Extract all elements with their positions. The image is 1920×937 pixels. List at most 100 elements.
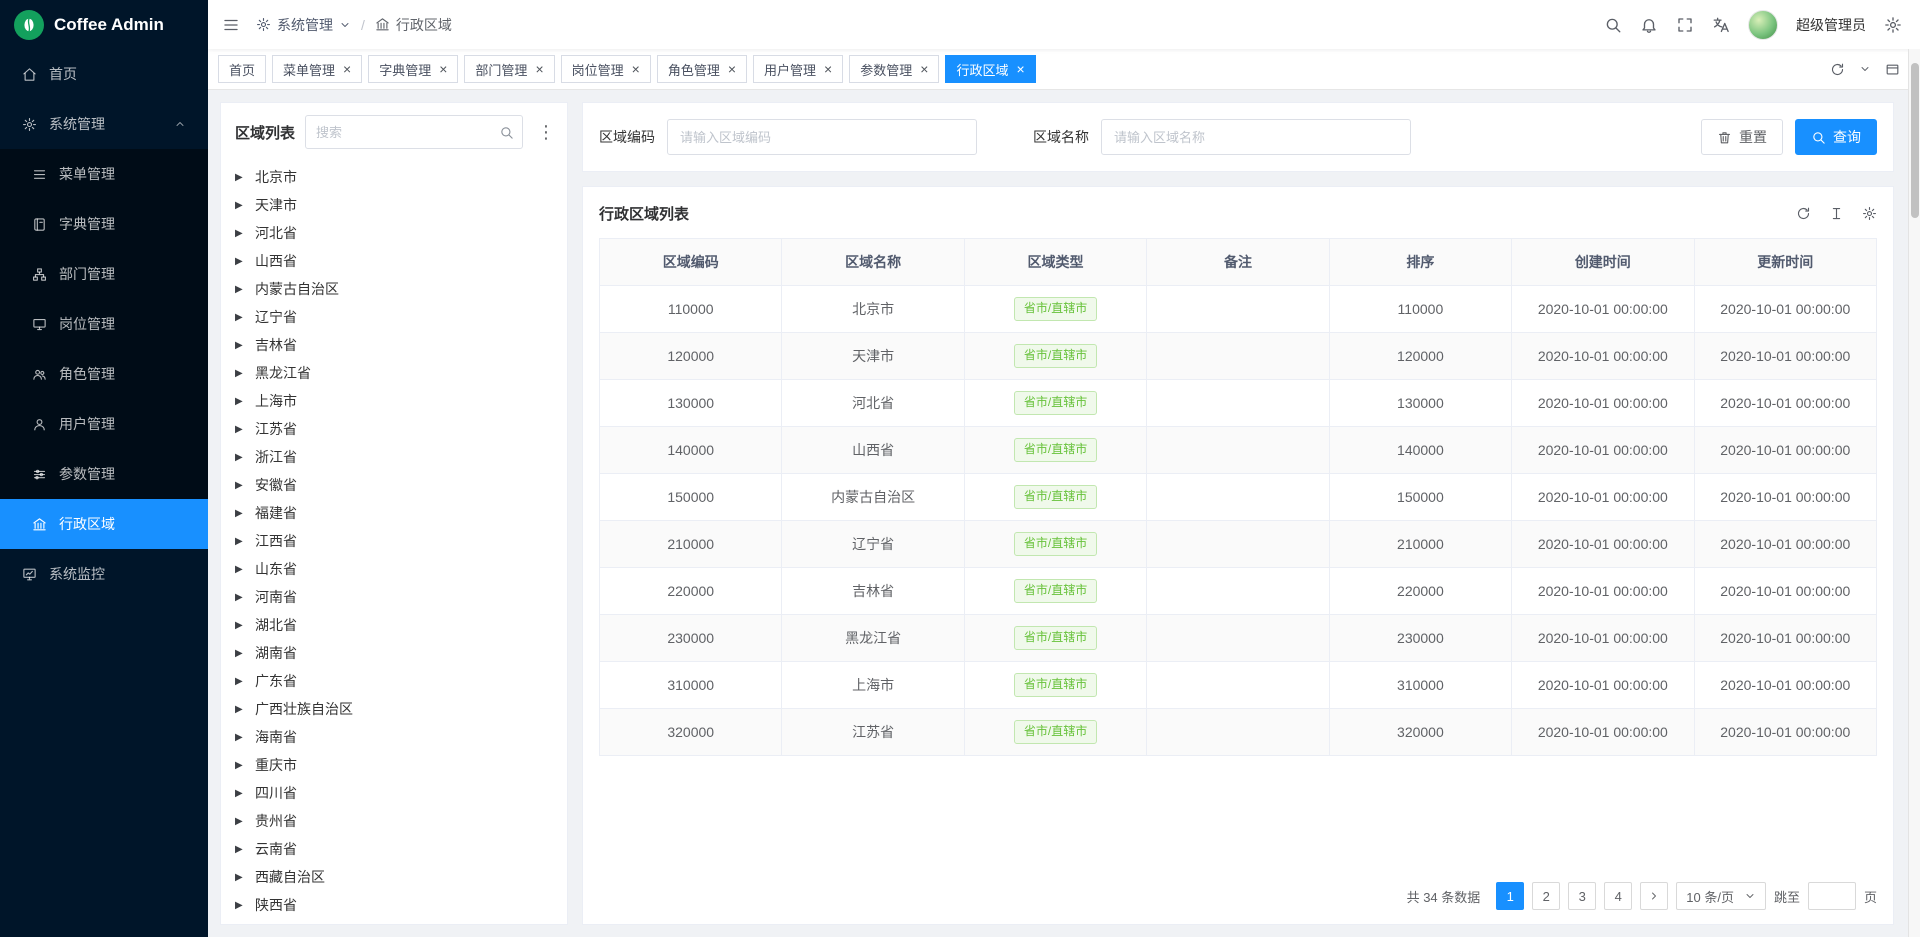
caret-right-icon[interactable]: ▶ xyxy=(235,648,245,659)
language-icon[interactable] xyxy=(1712,16,1730,34)
caret-right-icon[interactable]: ▶ xyxy=(235,200,245,211)
tab-close-icon[interactable]: × xyxy=(920,62,928,76)
tab-item[interactable]: 字典管理× xyxy=(368,55,458,83)
region-name-input[interactable] xyxy=(1101,119,1411,155)
tree-item[interactable]: ▶辽宁省 xyxy=(221,303,567,331)
tab-close-icon[interactable]: × xyxy=(439,62,447,76)
tab-close-icon[interactable]: × xyxy=(728,62,736,76)
caret-right-icon[interactable]: ▶ xyxy=(235,536,245,547)
caret-right-icon[interactable]: ▶ xyxy=(235,228,245,239)
tree-item[interactable]: ▶安徽省 xyxy=(221,471,567,499)
region-tree-list[interactable]: ▶北京市▶天津市▶河北省▶山西省▶内蒙古自治区▶辽宁省▶吉林省▶黑龙江省▶上海市… xyxy=(221,161,567,924)
reset-button[interactable]: 重置 xyxy=(1701,119,1783,155)
breadcrumb-section[interactable]: 系统管理 xyxy=(256,15,351,35)
tree-item[interactable]: ▶福建省 xyxy=(221,499,567,527)
search-icon[interactable] xyxy=(499,125,514,140)
sidebar-item[interactable]: 首页 xyxy=(0,49,208,99)
sidebar-item[interactable]: 菜单管理 xyxy=(0,149,208,199)
app-logo[interactable]: Coffee Admin xyxy=(0,0,208,49)
tree-item[interactable]: ▶江苏省 xyxy=(221,415,567,443)
page-scrollbar[interactable] xyxy=(1908,49,1920,937)
sidebar-item[interactable]: 行政区域 xyxy=(0,499,208,549)
next-page-button[interactable] xyxy=(1640,882,1668,910)
table-row[interactable]: 150000内蒙古自治区省市/直辖市1500002020-10-01 00:00… xyxy=(600,474,1877,521)
layout-toggle-icon[interactable] xyxy=(1885,62,1900,77)
tab-close-icon[interactable]: × xyxy=(1016,62,1024,76)
tab-close-icon[interactable]: × xyxy=(824,62,832,76)
search-button[interactable]: 查询 xyxy=(1795,119,1877,155)
tab-item[interactable]: 用户管理× xyxy=(753,55,843,83)
caret-right-icon[interactable]: ▶ xyxy=(235,760,245,771)
refresh-icon[interactable] xyxy=(1796,206,1811,221)
tree-item[interactable]: ▶云南省 xyxy=(221,835,567,863)
sidebar-group-header[interactable]: 系统管理 xyxy=(0,99,208,149)
sidebar-item[interactable]: 角色管理 xyxy=(0,349,208,399)
search-icon[interactable] xyxy=(1604,16,1622,34)
caret-right-icon[interactable]: ▶ xyxy=(235,732,245,743)
tree-item[interactable]: ▶山西省 xyxy=(221,247,567,275)
settings-gear-icon[interactable] xyxy=(1884,16,1902,34)
tree-item[interactable]: ▶陕西省 xyxy=(221,891,567,919)
caret-right-icon[interactable]: ▶ xyxy=(235,564,245,575)
density-icon[interactable] xyxy=(1829,206,1844,221)
page-button[interactable]: 4 xyxy=(1604,882,1632,910)
tree-item[interactable]: ▶山东省 xyxy=(221,555,567,583)
caret-right-icon[interactable]: ▶ xyxy=(235,676,245,687)
tab-close-icon[interactable]: × xyxy=(535,62,543,76)
sidebar-item[interactable]: 部门管理 xyxy=(0,249,208,299)
user-avatar[interactable] xyxy=(1748,10,1778,40)
tree-item[interactable]: ▶贵州省 xyxy=(221,807,567,835)
table-row[interactable]: 220000吉林省省市/直辖市2200002020-10-01 00:00:00… xyxy=(600,568,1877,615)
tab-item[interactable]: 首页 xyxy=(218,55,266,83)
tab-item[interactable]: 岗位管理× xyxy=(561,55,651,83)
tree-item[interactable]: ▶海南省 xyxy=(221,723,567,751)
tab-item[interactable]: 行政区域× xyxy=(945,55,1035,83)
tree-item[interactable]: ▶四川省 xyxy=(221,779,567,807)
tree-item[interactable]: ▶西藏自治区 xyxy=(221,863,567,891)
sidebar-item[interactable]: 参数管理 xyxy=(0,449,208,499)
page-size-select[interactable]: 10 条/页 xyxy=(1676,882,1766,910)
caret-right-icon[interactable]: ▶ xyxy=(235,844,245,855)
tab-close-icon[interactable]: × xyxy=(632,62,640,76)
caret-right-icon[interactable]: ▶ xyxy=(235,872,245,883)
caret-right-icon[interactable]: ▶ xyxy=(235,900,245,911)
caret-right-icon[interactable]: ▶ xyxy=(235,256,245,267)
table-row[interactable]: 310000上海市省市/直辖市3100002020-10-01 00:00:00… xyxy=(600,662,1877,709)
caret-right-icon[interactable]: ▶ xyxy=(235,816,245,827)
page-button[interactable]: 2 xyxy=(1532,882,1560,910)
tab-close-icon[interactable]: × xyxy=(343,62,351,76)
tree-search-input[interactable] xyxy=(316,125,493,140)
tab-item[interactable]: 部门管理× xyxy=(464,55,554,83)
tree-item[interactable]: ▶北京市 xyxy=(221,163,567,191)
caret-right-icon[interactable]: ▶ xyxy=(235,424,245,435)
tree-item[interactable]: ▶广西壮族自治区 xyxy=(221,695,567,723)
caret-right-icon[interactable]: ▶ xyxy=(235,172,245,183)
tree-item[interactable]: ▶湖北省 xyxy=(221,611,567,639)
sidebar-item[interactable]: 系统监控 xyxy=(0,549,208,599)
table-row[interactable]: 120000天津市省市/直辖市1200002020-10-01 00:00:00… xyxy=(600,333,1877,380)
page-button[interactable]: 3 xyxy=(1568,882,1596,910)
column-settings-gear-icon[interactable] xyxy=(1862,206,1877,221)
tree-item[interactable]: ▶黑龙江省 xyxy=(221,359,567,387)
tabs-menu-chevron-icon[interactable] xyxy=(1859,63,1871,75)
region-code-input[interactable] xyxy=(667,119,977,155)
table-row[interactable]: 320000江苏省省市/直辖市3200002020-10-01 00:00:00… xyxy=(600,709,1877,756)
tree-item[interactable]: ▶广东省 xyxy=(221,667,567,695)
page-button[interactable]: 1 xyxy=(1496,882,1524,910)
tree-item[interactable]: ▶甘肃省 xyxy=(221,919,567,924)
sidebar-item[interactable]: 岗位管理 xyxy=(0,299,208,349)
caret-right-icon[interactable]: ▶ xyxy=(235,396,245,407)
table-row[interactable]: 130000河北省省市/直辖市1300002020-10-01 00:00:00… xyxy=(600,380,1877,427)
tree-item[interactable]: ▶湖南省 xyxy=(221,639,567,667)
notification-bell-icon[interactable] xyxy=(1640,16,1658,34)
fullscreen-icon[interactable] xyxy=(1676,16,1694,34)
tree-item[interactable]: ▶天津市 xyxy=(221,191,567,219)
table-row[interactable]: 230000黑龙江省省市/直辖市2300002020-10-01 00:00:0… xyxy=(600,615,1877,662)
caret-right-icon[interactable]: ▶ xyxy=(235,312,245,323)
tree-item[interactable]: ▶河北省 xyxy=(221,219,567,247)
sidebar-toggle-icon[interactable] xyxy=(222,16,240,34)
table-row[interactable]: 110000北京市省市/直辖市1100002020-10-01 00:00:00… xyxy=(600,286,1877,333)
caret-right-icon[interactable]: ▶ xyxy=(235,508,245,519)
caret-right-icon[interactable]: ▶ xyxy=(235,788,245,799)
tab-item[interactable]: 参数管理× xyxy=(849,55,939,83)
